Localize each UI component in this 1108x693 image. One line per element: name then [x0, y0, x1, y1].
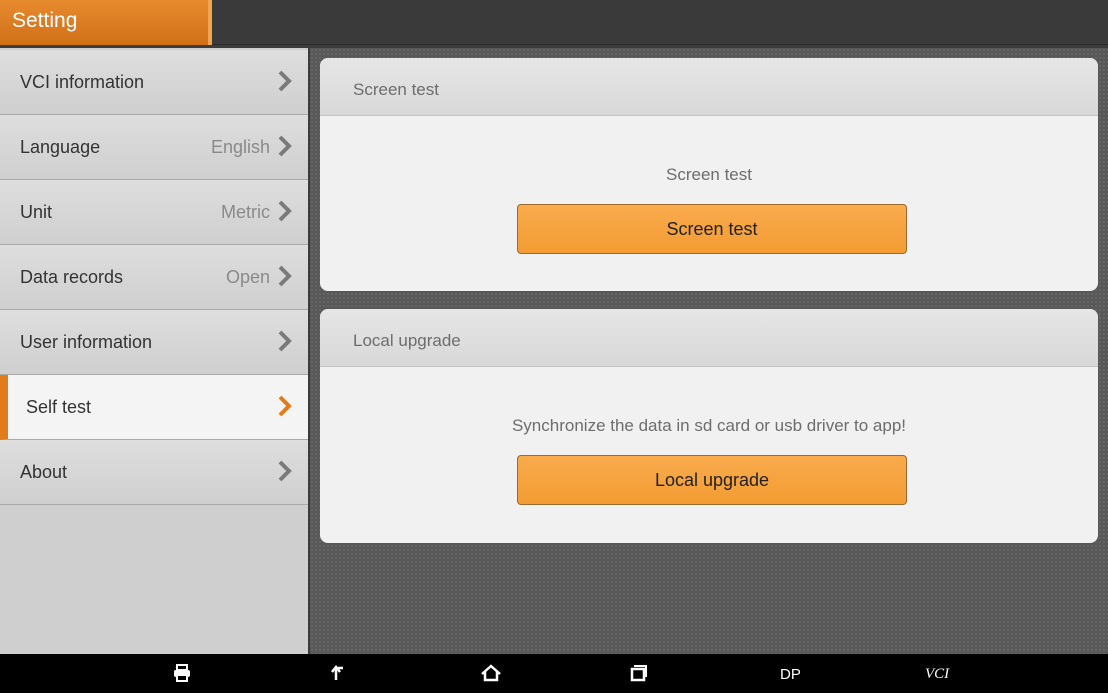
screen-test-card-header: Screen test [320, 58, 1098, 116]
sidebar-item-user-information[interactable]: User information [0, 310, 308, 375]
sidebar: VCI information Language English Unit Me… [0, 48, 308, 654]
chevron-right-icon [278, 395, 292, 417]
sidebar-item-data-records[interactable]: Data records Open [0, 245, 308, 310]
page-title: Setting [12, 9, 78, 32]
sidebar-item-unit[interactable]: Unit Metric [0, 180, 308, 245]
title-tab: Setting [0, 0, 212, 45]
chevron-right-icon [278, 135, 292, 157]
screen-test-description: Screen test [666, 165, 752, 184]
sidebar-item-label: User information [20, 332, 153, 352]
main-panel: Screen test Screen test Screen test Loca… [310, 48, 1108, 654]
screen-test-card-title: Screen test [353, 80, 439, 99]
local-upgrade-card-header: Local upgrade [320, 309, 1098, 367]
screen-test-card: Screen test Screen test Screen test [320, 58, 1098, 291]
local-upgrade-description: Synchronize the data in sd card or usb d… [511, 416, 907, 435]
chevron-right-icon [278, 330, 292, 352]
print-icon[interactable] [172, 663, 192, 683]
sidebar-item-label: VCI information [20, 72, 145, 92]
home-icon[interactable] [480, 663, 502, 683]
sidebar-item-value: Metric [221, 202, 270, 222]
local-upgrade-card: Local upgrade Synchronize the data in sd… [320, 309, 1098, 543]
sidebar-item-label: Self test [26, 397, 92, 417]
title-bar: Setting [0, 0, 1108, 45]
back-icon[interactable] [330, 663, 348, 683]
sidebar-item-label: Language [20, 137, 101, 157]
sidebar-item-about[interactable]: About [0, 440, 308, 505]
sidebar-item-value: Open [225, 267, 270, 287]
sidebar-item-label: Data records [20, 267, 124, 287]
recent-apps-icon[interactable] [628, 663, 648, 683]
chevron-right-icon [278, 70, 292, 92]
vci-button[interactable]: VCI [925, 666, 949, 683]
screen-test-button[interactable]: Screen test [517, 204, 907, 254]
sidebar-item-self-test[interactable]: Self test [0, 375, 308, 440]
sidebar-item-vci-information[interactable]: VCI information [0, 50, 308, 115]
chevron-right-icon [278, 200, 292, 222]
sidebar-item-label: Unit [20, 202, 53, 222]
local-upgrade-button[interactable]: Local upgrade [517, 455, 907, 505]
dp-button[interactable]: DP [780, 666, 801, 683]
sidebar-item-value: English [210, 137, 270, 157]
local-upgrade-card-title: Local upgrade [353, 331, 461, 350]
chevron-right-icon [278, 460, 292, 482]
sidebar-item-label: About [20, 462, 68, 482]
sidebar-item-language[interactable]: Language English [0, 115, 308, 180]
system-navigation-bar: DP VCI [0, 654, 1108, 693]
chevron-right-icon [278, 265, 292, 287]
